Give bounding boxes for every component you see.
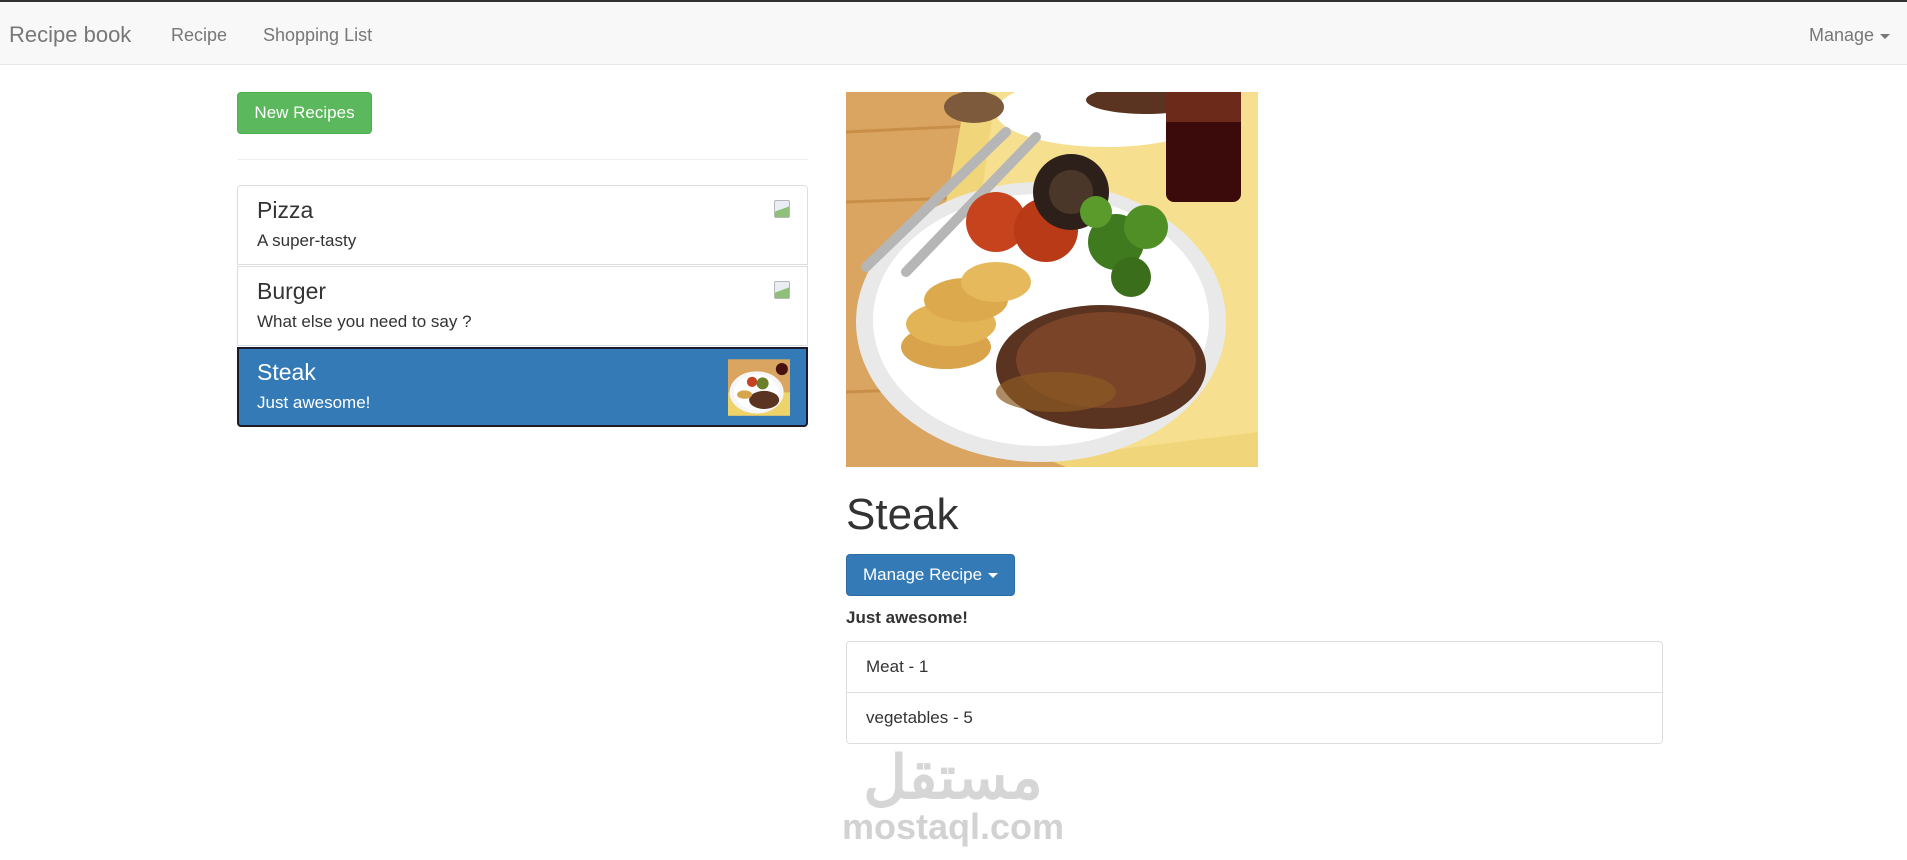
ingredient-item: Meat - 1 <box>866 657 929 676</box>
caret-down-icon <box>1880 33 1891 39</box>
recipe-title: Steak <box>846 490 959 539</box>
recipe-description: What else you need to say ? <box>257 312 472 331</box>
recipe-name: Steak <box>257 359 316 385</box>
broken-image-icon <box>774 281 790 299</box>
caret-down-icon <box>988 573 999 579</box>
recipe-name: Burger <box>257 278 327 304</box>
new-recipe-button[interactable]: New Recipes <box>237 92 372 134</box>
ingredient-item: vegetables - 5 <box>847 692 1662 743</box>
recipe-description: Just awesome! <box>846 608 968 627</box>
watermark-latin-text: mostaql.com <box>841 806 1065 847</box>
recipe-description: A super-tasty <box>257 231 357 250</box>
nav-link-shopping-list[interactable]: Shopping List <box>263 25 372 46</box>
steak-thumbnail-image <box>728 359 790 416</box>
recipe-hero-image <box>846 92 1258 467</box>
manage-recipe-button[interactable]: Manage Recipe <box>846 554 1015 596</box>
recipe-description: Just awesome! <box>257 393 371 412</box>
manage-dropdown[interactable]: Manage <box>1809 25 1891 46</box>
manage-dropdown-label: Manage <box>1809 25 1875 45</box>
recipe-list-item-steak[interactable]: Steak Just awesome! <box>237 347 808 427</box>
divider <box>237 159 808 160</box>
watermark-arabic-text: مستقل <box>863 744 1043 811</box>
top-navbar: Recipe book Recipe Shopping List Manage <box>0 0 1907 65</box>
nav-link-recipe[interactable]: Recipe <box>171 25 227 46</box>
recipe-list-item-pizza[interactable]: Pizza A super-tasty <box>237 185 808 265</box>
ingredients-list: Meat - 1 vegetables - 5 <box>846 641 1663 744</box>
broken-image-icon <box>774 200 790 218</box>
watermark: مستقل mostaql.com <box>838 748 1068 846</box>
recipe-list-item-burger[interactable]: Burger What else you need to say ? <box>237 266 808 346</box>
manage-recipe-label: Manage Recipe <box>862 565 983 584</box>
recipe-name: Pizza <box>257 197 314 223</box>
brand-link[interactable]: Recipe book <box>9 22 131 48</box>
